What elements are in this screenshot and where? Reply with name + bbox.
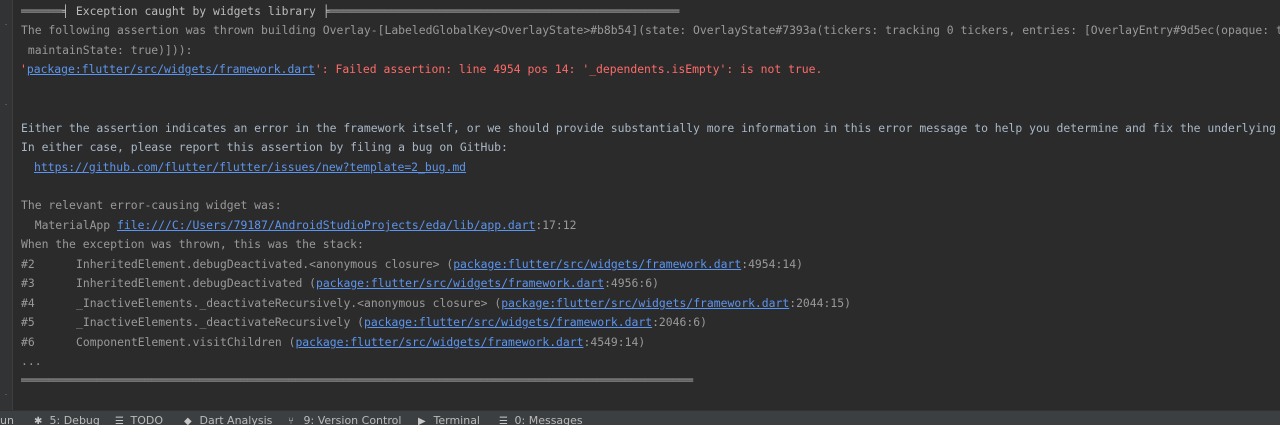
bug-icon: ✱ xyxy=(34,416,43,425)
frame-body: InheritedElement.debugDeactivated.<anony… xyxy=(76,255,803,274)
frame-number: #5 xyxy=(21,315,35,329)
frame-method: InheritedElement.debugDeactivated ( xyxy=(76,276,317,290)
frame-body: _InactiveElements._deactivateRecursively… xyxy=(76,294,851,313)
assertion-message: ': Failed assertion: line 4954 pos 14: '… xyxy=(314,62,823,76)
tool-tab-label: Terminal xyxy=(433,414,481,425)
stack-intro-line: When the exception was thrown, this was … xyxy=(21,237,364,251)
tool-tab-label: 0: Messages xyxy=(514,414,583,425)
tool-tab-messages[interactable]: ☰ 0: Messages xyxy=(499,414,583,425)
tool-tab-label: Dart Analysis xyxy=(199,414,273,425)
frame-line-col: :4549:14) xyxy=(583,335,646,349)
assertion-line: 'package:flutter/src/widgets/framework.d… xyxy=(21,60,822,79)
stack-frame: #4 _InactiveElements._deactivateRecursive… xyxy=(21,294,851,313)
stack-frame: #3 InheritedElement.debugDeactivated (pac… xyxy=(21,274,659,293)
frame-number: #2 xyxy=(21,257,35,271)
stack-frame: #5 _InactiveElements._deactivateRecursive… xyxy=(21,313,707,332)
tool-tab-dart-analysis[interactable]: ◆ Dart Analysis xyxy=(184,414,272,425)
exception-header-rule: ══════╡ Exception caught by widgets libr… xyxy=(21,4,680,18)
thrown-message-line-1: The following assertion was thrown build… xyxy=(21,23,1280,37)
assertion-source-link[interactable]: package:flutter/src/widgets/framework.da… xyxy=(27,62,315,76)
either-assertion-line: Either the assertion indicates an error … xyxy=(21,121,1276,135)
widget-location-line: MaterialApp file:///C:/Users/79187/Andro… xyxy=(21,216,577,235)
frame-source-link[interactable]: package:flutter/src/widgets/framework.da… xyxy=(453,257,741,271)
tool-tab-label: TODO xyxy=(130,414,164,425)
console-gutter xyxy=(0,0,13,411)
frame-source-link[interactable]: package:flutter/src/widgets/framework.da… xyxy=(501,296,789,310)
widget-name: MaterialApp xyxy=(21,218,118,232)
github-issue-link: https://github.com/flutter/flutter/issue… xyxy=(34,158,466,177)
tool-tab-label: 5: Debug xyxy=(49,414,100,425)
frame-body: _InactiveElements._deactivateRecursively… xyxy=(76,313,707,332)
github-issue-url[interactable]: https://github.com/flutter/flutter/issue… xyxy=(34,160,466,174)
relevant-widget-line: The relevant error-causing widget was: xyxy=(21,198,282,212)
frame-number: #3 xyxy=(21,276,35,290)
frame-number: #4 xyxy=(21,296,35,310)
thrown-message-line-2: maintainState: true)])): xyxy=(21,43,193,57)
frame-method: _InactiveElements._deactivateRecursively… xyxy=(76,315,365,329)
messages-icon: ☰ xyxy=(499,416,508,425)
frame-source-link[interactable]: package:flutter/src/widgets/framework.da… xyxy=(295,335,583,349)
console-output[interactable]: ══════╡ Exception caught by widgets libr… xyxy=(21,0,1280,411)
gutter-marker xyxy=(5,24,7,25)
tool-tab-terminal[interactable]: ▶ Terminal xyxy=(418,414,480,425)
dart-analysis-icon: ◆ xyxy=(184,416,192,425)
frame-method: _InactiveElements._deactivateRecursively… xyxy=(76,296,502,310)
frame-method: InheritedElement.debugDeactivated.<anony… xyxy=(76,257,454,271)
report-assertion-line: In either case, please report this asser… xyxy=(21,140,508,154)
terminal-icon: ▶ xyxy=(418,416,426,425)
todo-list-icon: ☰ xyxy=(115,416,124,425)
run-tab[interactable]: un xyxy=(0,414,14,425)
stack-frame: #2 InheritedElement.debugDeactivated.<ano… xyxy=(21,255,803,274)
gutter-marker xyxy=(5,394,7,395)
stack-frame: #6 ComponentElement.visitChildren (packag… xyxy=(21,333,645,352)
widget-line-col: :17:12 xyxy=(535,218,577,232)
tool-tab-todo[interactable]: ☰ TODO xyxy=(115,414,163,425)
frame-line-col: :4956:6) xyxy=(604,276,659,290)
tool-tab-debug[interactable]: ✱ 5: Debug xyxy=(34,414,100,425)
exception-footer-rule: ════════════════════════════════════════… xyxy=(21,373,694,387)
frame-line-col: :2046:6) xyxy=(652,315,707,329)
frame-source-link[interactable]: package:flutter/src/widgets/framework.da… xyxy=(316,276,604,290)
widget-file-link[interactable]: file:///C:/Users/79187/AndroidStudioProj… xyxy=(117,218,535,232)
frame-number: #6 xyxy=(21,335,35,349)
gutter-marker xyxy=(5,104,7,105)
frame-line-col: :2044:15) xyxy=(789,296,851,310)
frame-body: ComponentElement.visitChildren (package:… xyxy=(76,333,645,352)
tool-tab-label: 9: Version Control xyxy=(303,414,402,425)
stack-ellipsis: ... xyxy=(21,354,42,368)
tool-tab-version-control[interactable]: ⑂ 9: Version Control xyxy=(288,414,401,425)
tool-window-bar: un ✱ 5: Debug ☰ TODO ◆ Dart Analysis ⑂ 9… xyxy=(0,410,1280,425)
frame-source-link[interactable]: package:flutter/src/widgets/framework.da… xyxy=(364,315,652,329)
frame-body: InheritedElement.debugDeactivated (packa… xyxy=(76,274,659,293)
frame-line-col: :4954:14) xyxy=(741,257,803,271)
frame-method: ComponentElement.visitChildren ( xyxy=(76,335,296,349)
version-control-icon: ⑂ xyxy=(288,416,294,425)
